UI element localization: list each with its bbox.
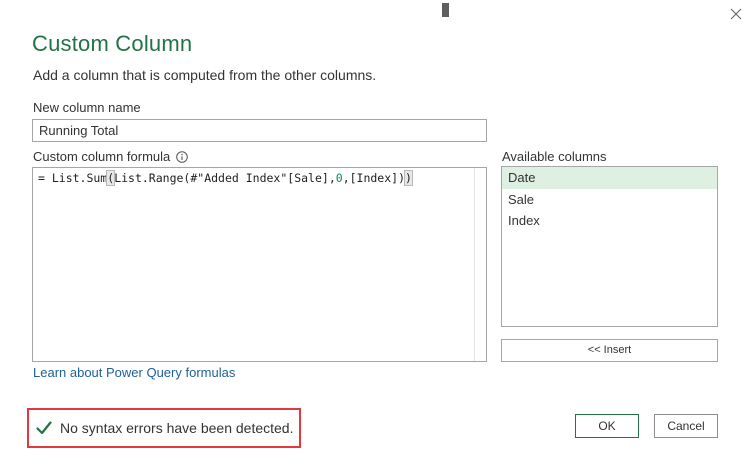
formula-text[interactable]: = List.Sum(List.Range(#"Added Index"[Sal… [38,170,413,186]
available-columns-label: Available columns [502,149,607,164]
ok-button[interactable]: OK [575,414,639,438]
dialog-title: Custom Column [32,31,193,56]
formula-number: 0 [335,171,343,185]
status-text: No syntax errors have been detected. [60,420,294,436]
formula-prefix: = List.Sum [38,171,108,185]
column-item-index[interactable]: Index [502,210,717,232]
new-column-name-label: New column name [33,100,141,115]
column-item-date[interactable]: Date [502,167,717,189]
available-columns-list[interactable]: Date Sale Index [501,166,718,327]
formula-label: Custom column formula [33,149,171,164]
cancel-button[interactable]: Cancel [654,414,718,438]
syntax-status: No syntax errors have been detected. [27,408,301,448]
learn-formulas-link[interactable]: Learn about Power Query formulas [33,365,235,380]
close-icon [730,8,742,20]
formula-scroll-thumb[interactable] [442,3,451,17]
formula-scrollbar[interactable] [474,168,486,361]
checkmark-icon [36,421,52,435]
info-icon[interactable] [176,151,188,163]
insert-button[interactable]: << Insert [501,339,718,362]
formula-end: ,[Index]) [342,171,405,185]
column-item-sale[interactable]: Sale [502,189,717,211]
formula-editor[interactable]: = List.Sum(List.Range(#"Added Index"[Sal… [32,167,487,362]
dialog-subtitle: Add a column that is computed from the o… [33,67,377,83]
new-column-name-input[interactable] [32,119,487,142]
close-button[interactable] [726,4,746,24]
formula-paren-close: ) [404,170,413,186]
formula-mid: List.Range(#"Added Index"[Sale], [114,171,336,185]
